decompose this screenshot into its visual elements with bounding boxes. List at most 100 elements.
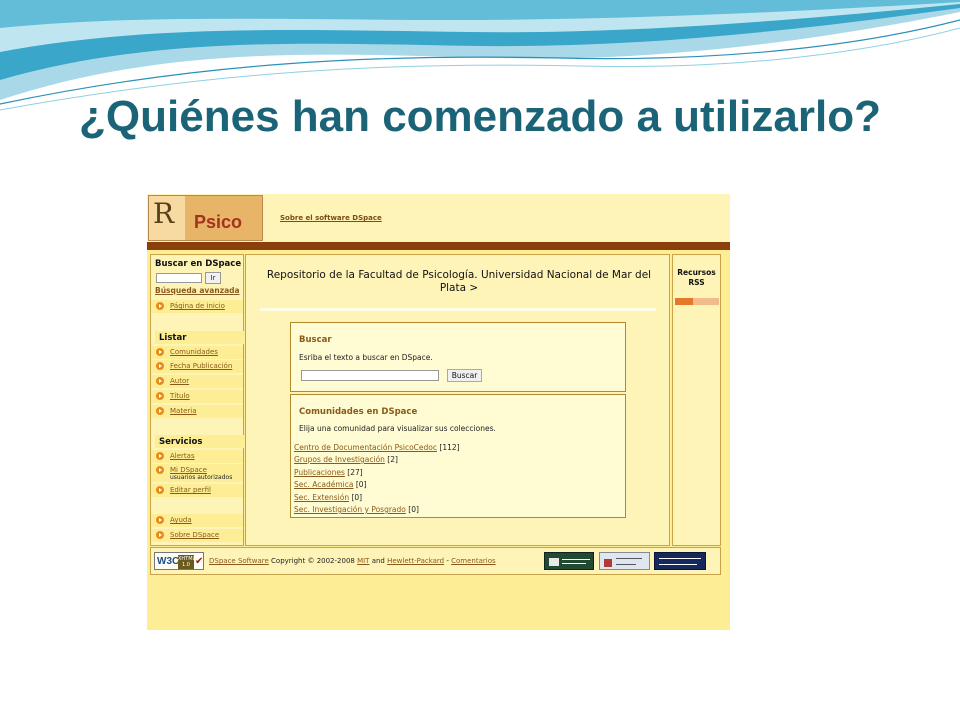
- about-dspace-link[interactable]: Sobre el software DSpace: [280, 214, 382, 222]
- community-count: [0]: [355, 480, 367, 489]
- sidebar-list-title: Listar: [155, 331, 247, 344]
- sidebar-services-title: Servicios: [155, 435, 247, 448]
- library-logo[interactable]: [599, 552, 650, 570]
- communities-box-prompt: Elija una comunidad para visualizar sus …: [299, 424, 496, 433]
- community-count: [27]: [347, 468, 363, 477]
- logo-name: Psico: [194, 212, 243, 232]
- sidebar-services-title-text: Servicios: [159, 437, 203, 447]
- w3c-xhtml-badge[interactable]: W3C XHTML 1.0 ✔: [154, 552, 204, 570]
- communities-box: Comunidades en DSpace Elija una comunida…: [290, 394, 626, 518]
- sidebar-item-home[interactable]: Página de inicio: [151, 300, 243, 313]
- sidebar-item-label: Sobre DSpace: [170, 531, 220, 539]
- arrow-bullet-icon: [156, 392, 164, 400]
- sidebar-item-label: Título: [170, 392, 190, 400]
- sidebar-list-title-text: Listar: [159, 333, 187, 343]
- main-search-button[interactable]: Buscar: [447, 369, 482, 382]
- list-item: Grupos de Investigación [2]: [294, 455, 398, 464]
- logo-letter-box: R: [149, 196, 185, 240]
- footer-text: DSpace Software Copyright © 2002-2008 MI…: [209, 557, 496, 565]
- faculty-logo[interactable]: [544, 552, 594, 570]
- sidebar-item-label: Alertas: [170, 452, 195, 460]
- site-header: R Psico Sobre el software DSpace: [147, 194, 730, 242]
- library-logo-mark: [604, 559, 612, 567]
- rss-title-line: RSS: [688, 278, 705, 287]
- footer: W3C XHTML 1.0 ✔ DSpace Software Copyrigh…: [150, 547, 721, 575]
- sidebar-item-sublabel: usuarios autorizados: [170, 474, 233, 481]
- arrow-bullet-icon: [156, 466, 164, 474]
- arrow-bullet-icon: [156, 377, 164, 385]
- community-link[interactable]: Sec. Extensión: [294, 493, 349, 502]
- list-item: Sec. Investigación y Posgrado [0]: [294, 505, 419, 514]
- psicocedoc-logo[interactable]: [654, 552, 706, 570]
- left-sidebar: Buscar en DSpace Ir Búsqueda avanzada Pá…: [150, 254, 247, 546]
- arrow-bullet-icon: [156, 362, 164, 370]
- list-item: Sec. Extensión [0]: [294, 493, 362, 502]
- sidebar-item-communities[interactable]: Comunidades: [151, 346, 243, 359]
- sidebar-item-label: Materia: [170, 407, 197, 415]
- psico-logo[interactable]: R Psico: [148, 195, 263, 241]
- sidebar-item-subject[interactable]: Materia: [151, 405, 243, 418]
- dspace-screenshot: R Psico Sobre el software DSpace Buscar …: [147, 194, 730, 630]
- sidebar-item-author[interactable]: Autor: [151, 375, 243, 388]
- sidebar-search-title: Buscar en DSpace: [155, 259, 242, 269]
- search-box-title: Buscar: [299, 335, 332, 345]
- community-link[interactable]: Sec. Investigación y Posgrado: [294, 505, 406, 514]
- arrow-bullet-icon: [156, 407, 164, 415]
- comments-link[interactable]: Comentarios: [451, 557, 496, 565]
- list-item: Sec. Académica [0]: [294, 480, 367, 489]
- community-link[interactable]: Grupos de Investigación: [294, 455, 385, 464]
- sidebar-item-alerts[interactable]: Alertas: [151, 450, 243, 463]
- copyright-text: Copyright © 2002-2008: [268, 557, 358, 565]
- psicocedoc-logo-text-line: [659, 558, 701, 559]
- community-link[interactable]: Centro de Documentación PsicoCedoc: [294, 443, 437, 452]
- sidebar-item-label: Ayuda: [170, 516, 192, 524]
- arrow-bullet-icon: [156, 516, 164, 524]
- main-content: Repositorio de la Facultad de Psicología…: [245, 254, 670, 546]
- header-bar: [147, 242, 730, 250]
- right-sidebar: Recursos RSS: [672, 254, 721, 546]
- sidebar-item-label: Mi DSpace: [170, 466, 207, 474]
- sidebar-item-my-dspace[interactable]: Mi DSpace usuarios autorizados: [151, 464, 243, 482]
- main-search-input[interactable]: [301, 370, 439, 381]
- community-count: [0]: [408, 505, 419, 514]
- sidebar-item-about[interactable]: Sobre DSpace: [151, 529, 243, 542]
- faculty-logo-text-line: [562, 563, 586, 564]
- advanced-search-link[interactable]: Búsqueda avanzada: [155, 286, 240, 295]
- library-logo-text-line: [616, 564, 636, 565]
- xhtml-label: XHTML 1.0: [178, 555, 196, 569]
- dspace-software-link[interactable]: DSpace Software: [209, 557, 269, 565]
- and-text: and: [369, 557, 388, 565]
- mit-link[interactable]: MIT: [357, 557, 369, 565]
- hp-link[interactable]: Hewlett-Packard: [387, 557, 444, 565]
- repository-title: Repositorio de la Facultad de Psicología…: [266, 269, 652, 294]
- search-box: Buscar Esriba el texto a buscar en DSpac…: [290, 322, 626, 392]
- logo-letter: R: [153, 197, 175, 230]
- checkmark-icon: ✔: [195, 556, 204, 567]
- sidebar-item-label: Comunidades: [170, 348, 218, 356]
- w3c-label: W3C: [157, 556, 180, 567]
- psicocedoc-logo-text-line: [659, 564, 697, 565]
- arrow-bullet-icon: [156, 531, 164, 539]
- rss-feed-icon[interactable]: [675, 298, 719, 305]
- sidebar-item-label: Fecha Publicación: [170, 362, 233, 370]
- list-item: Publicaciones [27]: [294, 468, 363, 477]
- rss-title-line: Recursos: [677, 268, 716, 277]
- library-logo-text-line: [616, 558, 642, 559]
- divider: [260, 308, 656, 311]
- sidebar-item-title[interactable]: Título: [151, 390, 243, 403]
- arrow-bullet-icon: [156, 348, 164, 356]
- sidebar-item-date[interactable]: Fecha Publicación: [151, 360, 243, 373]
- rss-badge-left: [675, 298, 693, 305]
- community-count: [2]: [387, 455, 398, 464]
- arrow-bullet-icon: [156, 452, 164, 460]
- arrow-bullet-icon: [156, 486, 164, 494]
- sidebar-item-edit-profile[interactable]: Editar perfil: [151, 484, 243, 497]
- community-link[interactable]: Publicaciones: [294, 468, 345, 477]
- sidebar-search-input[interactable]: [156, 273, 202, 283]
- list-item: Centro de Documentación PsicoCedoc [112]: [294, 443, 460, 452]
- community-link[interactable]: Sec. Académica: [294, 480, 353, 489]
- sidebar-item-help[interactable]: Ayuda: [151, 514, 243, 527]
- faculty-logo-mark: [549, 558, 559, 566]
- sidebar-item-label: Página de inicio: [170, 302, 225, 310]
- sidebar-search-button[interactable]: Ir: [205, 272, 221, 284]
